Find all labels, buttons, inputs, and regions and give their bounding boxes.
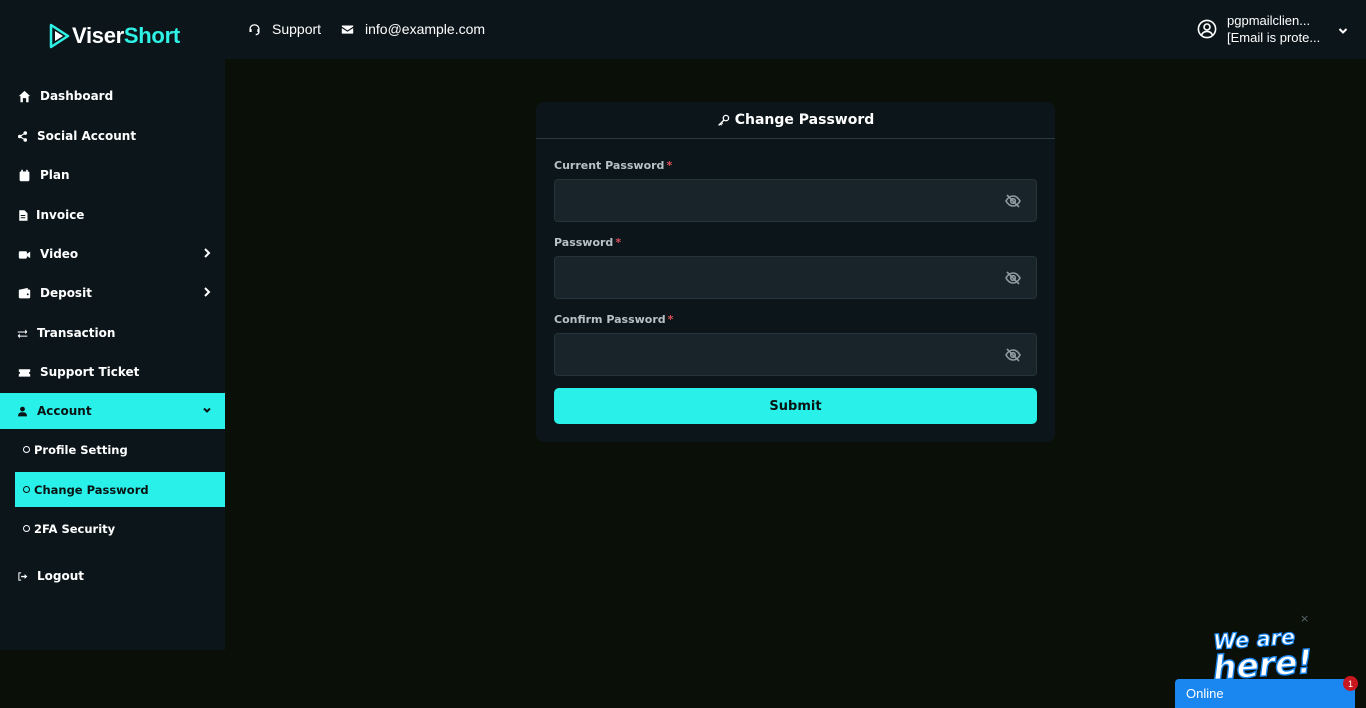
password-field[interactable] [554,256,1037,299]
envelope-icon [341,24,354,34]
submenu-item-change-password[interactable]: Change Password [15,472,225,507]
sidebar-item-label: Plan [40,168,70,182]
user-menu[interactable]: pgpmailclien... [Email is prote... [1197,12,1351,46]
email-link[interactable]: info@example.com [341,21,485,37]
video-icon [17,247,31,261]
submit-button[interactable]: Submit [554,388,1037,424]
sidebar-item-label: Video [40,247,79,261]
user-icon [17,404,28,418]
we-are-here-banner[interactable]: We are here! [1208,624,1318,688]
top-header: Support info@example.com pgpmailclien...… [225,0,1366,59]
sidebar-item-label: Account [37,404,92,418]
sidebar-item-label: Dashboard [40,89,114,103]
chat-unread-badge: 1 [1343,676,1358,691]
required-mark: * [667,313,674,326]
email-label: info@example.com [365,21,486,37]
sidebar-item-video[interactable]: Video [0,236,225,272]
circle-bullet-icon [23,486,30,493]
support-link[interactable]: Support [248,21,321,37]
sidebar-item-social-account[interactable]: Social Account [0,118,225,154]
circle-bullet-icon [23,446,30,453]
required-mark: * [666,159,673,172]
home-icon [17,89,31,103]
chat-status-label: Online [1186,686,1224,701]
brand-name-part2: Short [123,23,180,48]
confirm-password-field[interactable] [554,333,1037,376]
submenu-item-label: Change Password [34,482,149,497]
sidebar-item-invoice[interactable]: Invoice [0,197,225,233]
sidebar-item-label: Deposit [40,286,92,300]
sidebar-item-label: Transaction [37,326,116,340]
share-icon [17,129,28,143]
card-header: Change Password [536,102,1055,139]
confirm-password-input[interactable] [555,334,1036,375]
current-password-input[interactable] [555,180,1036,221]
support-label: Support [272,21,322,37]
sidebar-item-deposit[interactable]: Deposit [0,275,225,311]
sidebar-item-dashboard[interactable]: Dashboard [0,78,225,114]
ticket-icon [17,365,31,379]
headset-icon [249,23,260,35]
sidebar: Viser Short Dashboard Social Account Plan… [0,0,225,650]
chevron-right-icon [201,247,213,259]
sidebar-item-label: Support Ticket [40,365,140,379]
change-password-card: Change Password Current Password * Passwo… [536,102,1055,442]
confirm-password-label: Confirm Password * [554,313,674,326]
sidebar-item-support-ticket[interactable]: Support Ticket [0,354,225,390]
card-title: Change Password [734,112,875,128]
current-password-field[interactable] [554,179,1037,222]
submenu-item-label: 2FA Security [34,521,116,536]
user-name: pgpmailclien... [1227,13,1311,28]
user-email: [Email is prote... [1227,30,1321,45]
submenu-item-label: Profile Setting [34,442,128,457]
chevron-right-icon [201,286,213,298]
sidebar-item-logout[interactable]: Logout [0,558,225,594]
sidebar-item-plan[interactable]: Plan [0,157,225,193]
sidebar-item-label: Social Account [37,129,137,143]
eye-slash-icon[interactable] [1005,193,1022,210]
sidebar-item-label: Logout [37,569,85,583]
sidebar-item-account[interactable]: Account [0,393,225,429]
submenu-item-profile-setting[interactable]: Profile Setting [15,432,225,467]
calendar-icon [17,168,31,182]
sidebar-item-label: Invoice [36,208,85,222]
submenu-item-2fa-security[interactable]: 2FA Security [15,511,225,546]
password-input[interactable] [555,257,1036,298]
brand-name-part1: Viser [72,23,124,48]
chevron-down-icon[interactable] [1337,22,1351,36]
required-mark: * [615,236,622,249]
eye-slash-icon[interactable] [1005,347,1022,364]
svg-text:here!: here! [1212,642,1314,680]
circle-bullet-icon [23,525,30,532]
brand-logo[interactable]: Viser Short [48,22,180,50]
sidebar-item-transaction[interactable]: Transaction [0,315,225,351]
exchange-icon [17,326,28,340]
chat-status-bar[interactable]: Online [1175,679,1355,708]
user-circle-icon [1197,19,1217,39]
password-label: Password * [554,236,622,249]
wallet-icon [17,286,31,300]
file-icon [17,208,29,222]
chevron-down-icon [201,404,213,416]
logout-icon [17,569,28,583]
key-icon [717,114,730,126]
eye-slash-icon[interactable] [1005,270,1022,287]
current-password-label: Current Password * [554,159,673,172]
play-logo-icon [49,23,70,49]
user-names: pgpmailclien... [Email is prote... [1227,12,1323,46]
